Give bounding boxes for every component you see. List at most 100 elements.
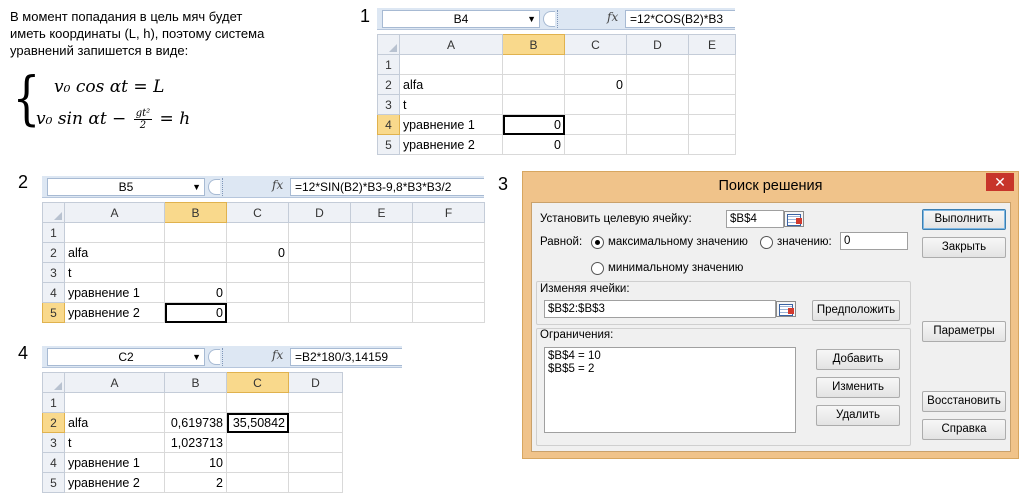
- column-header-f[interactable]: F: [412, 202, 485, 223]
- chevron-down-icon[interactable]: ▼: [192, 179, 201, 195]
- cell-d4[interactable]: [288, 452, 343, 473]
- row-header[interactable]: 3: [42, 262, 65, 283]
- select-all-corner[interactable]: [42, 372, 65, 393]
- formula-input[interactable]: =B2*180/3,14159: [290, 348, 402, 366]
- cell-f2[interactable]: [412, 242, 485, 263]
- cell-b4-active[interactable]: 0: [502, 114, 565, 135]
- range-picker-icon[interactable]: [776, 301, 796, 317]
- cell-a2[interactable]: alfa: [399, 74, 503, 95]
- cell-c4[interactable]: [564, 114, 627, 135]
- formula-bar-handle[interactable]: [208, 179, 220, 195]
- cell-d5[interactable]: [288, 472, 343, 493]
- cell-a5[interactable]: уравнение 2: [64, 302, 165, 323]
- column-header-d[interactable]: D: [288, 202, 351, 223]
- column-header-c[interactable]: C: [226, 202, 289, 223]
- column-header-b[interactable]: B: [164, 202, 227, 223]
- row-header[interactable]: 5: [377, 134, 400, 155]
- target-cell-input[interactable]: $B$4: [726, 210, 784, 228]
- cell-a2[interactable]: alfa: [64, 242, 165, 263]
- cell-e1[interactable]: [688, 54, 736, 75]
- cell-a1[interactable]: [64, 392, 165, 413]
- cell-e5[interactable]: [350, 302, 413, 323]
- cell-a4[interactable]: уравнение 1: [64, 452, 165, 473]
- list-item[interactable]: $B$5 = 2: [548, 363, 792, 376]
- close-button[interactable]: Закрыть: [922, 237, 1006, 258]
- cell-d1[interactable]: [288, 222, 351, 243]
- cell-b2[interactable]: 0,619738: [164, 412, 227, 433]
- column-header-c[interactable]: C: [564, 34, 627, 55]
- cell-d2[interactable]: [626, 74, 689, 95]
- row-header[interactable]: 5: [42, 472, 65, 493]
- cell-e4[interactable]: [688, 114, 736, 135]
- cell-e5[interactable]: [688, 134, 736, 155]
- column-header-a[interactable]: A: [399, 34, 503, 55]
- cell-a1[interactable]: [64, 222, 165, 243]
- column-header-d[interactable]: D: [626, 34, 689, 55]
- cell-b5[interactable]: 2: [164, 472, 227, 493]
- cell-a4[interactable]: уравнение 1: [399, 114, 503, 135]
- delete-button[interactable]: Удалить: [816, 405, 900, 426]
- cell-d2[interactable]: [288, 242, 351, 263]
- formula-input[interactable]: =12*SIN(B2)*B3-9,8*B3*B3/2: [290, 178, 484, 196]
- cell-e1[interactable]: [350, 222, 413, 243]
- column-header-d[interactable]: D: [288, 372, 343, 393]
- solve-button[interactable]: Выполнить: [922, 209, 1006, 230]
- cell-e3[interactable]: [688, 94, 736, 115]
- cell-b5[interactable]: 0: [502, 134, 565, 155]
- cell-c5[interactable]: [564, 134, 627, 155]
- cell-c2[interactable]: 0: [226, 242, 289, 263]
- row-header[interactable]: 4: [42, 282, 65, 303]
- cell-c4[interactable]: [226, 282, 289, 303]
- max-radio[interactable]: [591, 236, 604, 249]
- cell-a5[interactable]: уравнение 2: [64, 472, 165, 493]
- value-input[interactable]: 0: [840, 232, 908, 250]
- row-header[interactable]: 2: [42, 412, 65, 433]
- formula-input[interactable]: =12*COS(B2)*B3: [625, 10, 735, 28]
- cell-b5-active[interactable]: 0: [164, 302, 227, 323]
- range-picker-icon[interactable]: [784, 211, 804, 227]
- column-header-e[interactable]: E: [688, 34, 736, 55]
- min-radio[interactable]: [591, 262, 604, 275]
- cell-a2[interactable]: alfa: [64, 412, 165, 433]
- cell-b1[interactable]: [164, 222, 227, 243]
- value-radio[interactable]: [760, 236, 773, 249]
- cell-d4[interactable]: [626, 114, 689, 135]
- cell-c5[interactable]: [226, 302, 289, 323]
- column-header-b[interactable]: B: [502, 34, 565, 55]
- max-radio-label[interactable]: максимальному значению: [608, 236, 748, 248]
- cell-b2[interactable]: [502, 74, 565, 95]
- close-icon[interactable]: ✕: [986, 173, 1014, 191]
- cell-f4[interactable]: [412, 282, 485, 303]
- cell-f3[interactable]: [412, 262, 485, 283]
- cell-d3[interactable]: [626, 94, 689, 115]
- cell-a5[interactable]: уравнение 2: [399, 134, 503, 155]
- cell-b4[interactable]: 0: [164, 282, 227, 303]
- formula-bar-handle[interactable]: [543, 11, 555, 27]
- cell-f5[interactable]: [412, 302, 485, 323]
- function-icon[interactable]: fx: [607, 10, 618, 24]
- row-header[interactable]: 4: [377, 114, 400, 135]
- cell-c5[interactable]: [226, 472, 289, 493]
- row-header[interactable]: 2: [42, 242, 65, 263]
- column-header-c[interactable]: C: [226, 372, 289, 393]
- row-header[interactable]: 3: [42, 432, 65, 453]
- cell-c4[interactable]: [226, 452, 289, 473]
- cell-d2[interactable]: [288, 412, 343, 433]
- chevron-down-icon[interactable]: ▼: [527, 11, 536, 27]
- reset-button[interactable]: Восстановить: [922, 391, 1006, 412]
- cell-b4[interactable]: 10: [164, 452, 227, 473]
- row-header[interactable]: 1: [377, 54, 400, 75]
- cell-f1[interactable]: [412, 222, 485, 243]
- chevron-down-icon[interactable]: ▼: [192, 349, 201, 365]
- row-header[interactable]: 4: [42, 452, 65, 473]
- cell-a1[interactable]: [399, 54, 503, 75]
- column-header-a[interactable]: A: [64, 202, 165, 223]
- min-radio-label[interactable]: минимальному значению: [608, 262, 743, 274]
- cell-a3[interactable]: t: [64, 262, 165, 283]
- cell-d1[interactable]: [626, 54, 689, 75]
- help-button[interactable]: Справка: [922, 419, 1006, 440]
- cell-d5[interactable]: [288, 302, 351, 323]
- cell-d5[interactable]: [626, 134, 689, 155]
- row-header[interactable]: 2: [377, 74, 400, 95]
- cell-b3[interactable]: [502, 94, 565, 115]
